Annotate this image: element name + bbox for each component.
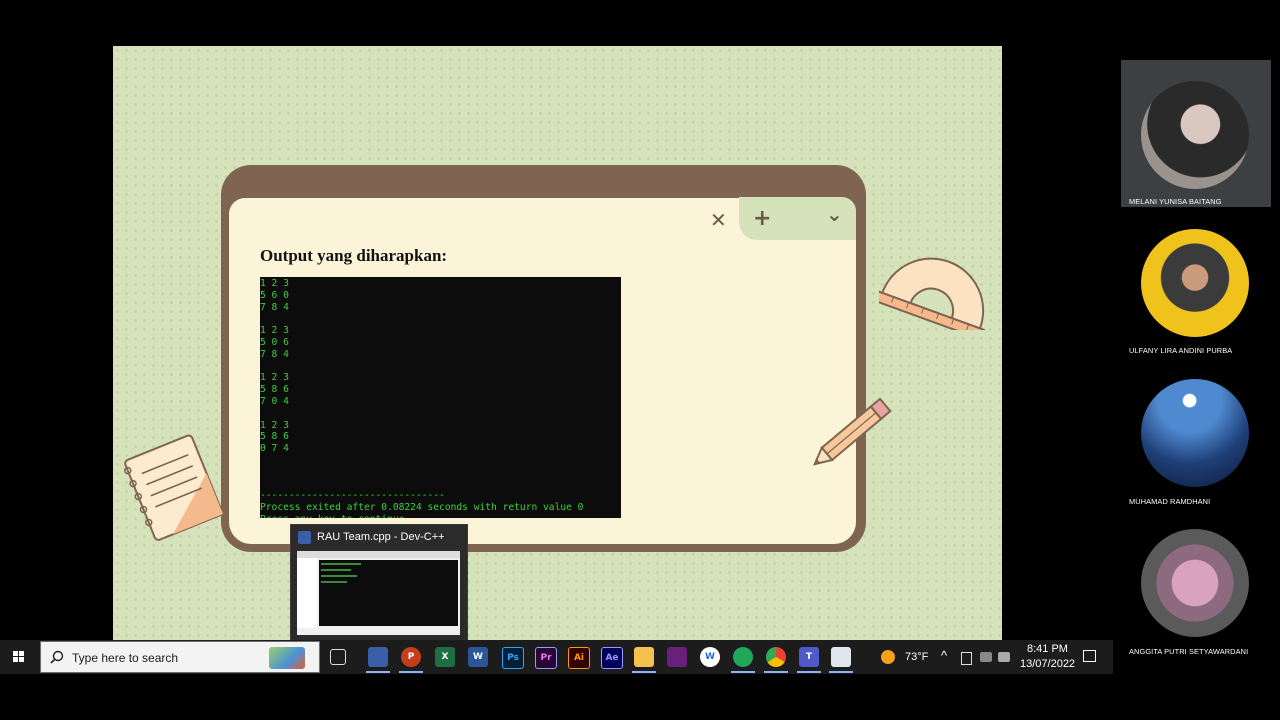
task-view-icon[interactable] — [330, 649, 346, 665]
protractor-illustration — [879, 257, 986, 330]
chevron-up-icon[interactable]: ^ — [941, 648, 947, 663]
devcpp-icon[interactable] — [368, 647, 388, 667]
participant-name: MELANI YUNISA BAITANG — [1129, 197, 1222, 206]
teams-icon[interactable]: T — [799, 647, 819, 667]
avatar — [1141, 529, 1249, 637]
weather-sun-icon[interactable] — [881, 650, 895, 664]
illustrator-icon[interactable]: Ai — [568, 647, 590, 669]
chevron-down-icon: ⌄ — [826, 202, 843, 226]
participant-name: ULFANY LIRA ANDINI PURBA — [1129, 346, 1233, 355]
window-thumbnail-preview[interactable]: RAU Team.cpp - Dev-C++ — [290, 524, 468, 642]
console-output-window: 1 2 3 5 6 0 7 8 4 1 2 3 5 0 6 7 8 4 1 2 … — [260, 277, 621, 518]
participant-tile-3[interactable]: MUHAMAD RAMDHANI — [1121, 358, 1271, 506]
file-explorer-icon[interactable] — [634, 647, 654, 667]
active-indicator — [764, 671, 788, 673]
avatar — [1141, 379, 1249, 487]
taskbar-search-box[interactable]: Type here to search — [40, 641, 320, 673]
thumbnail-window-image — [297, 551, 460, 635]
slide-heading: Output yang diharapkan: — [260, 246, 448, 265]
start-button[interactable] — [0, 640, 38, 674]
participant-tile-1[interactable]: MELANI YUNISA BAITANG — [1121, 60, 1271, 207]
powerpoint-icon[interactable]: P — [401, 647, 421, 667]
active-indicator — [399, 671, 423, 673]
participant-tile-4[interactable]: ANGGITA PUTRI SETYAWARDANI — [1121, 508, 1271, 656]
windows-logo-icon — [13, 651, 24, 662]
pencil-illustration — [812, 397, 892, 466]
thumbnail-title: RAU Team.cpp - Dev-C++ — [317, 531, 445, 543]
active-indicator — [797, 671, 821, 673]
window-app-icon[interactable] — [831, 647, 851, 667]
excel-icon[interactable]: X — [435, 647, 455, 667]
active-indicator — [829, 671, 853, 673]
search-placeholder: Type here to search — [72, 651, 179, 665]
device-icon[interactable] — [961, 652, 972, 665]
close-icon: ✕ — [710, 208, 727, 232]
active-indicator — [731, 671, 755, 673]
after-effects-icon[interactable]: Ae — [601, 647, 623, 669]
word-icon[interactable]: W — [468, 647, 488, 667]
visual-studio-icon[interactable] — [667, 647, 687, 667]
avatar — [1141, 81, 1249, 189]
volume-icon[interactable] — [998, 652, 1010, 662]
premiere-icon[interactable]: Pr — [535, 647, 557, 669]
participant-name: MUHAMAD RAMDHANI — [1129, 497, 1211, 506]
chrome-icon[interactable] — [766, 647, 786, 667]
record-app-icon[interactable] — [733, 647, 753, 667]
active-indicator — [632, 671, 656, 673]
search-highlight-icon — [269, 647, 305, 669]
photoshop-icon[interactable]: Ps — [502, 647, 524, 669]
clock-time[interactable]: 8:41 PM — [1027, 643, 1068, 655]
search-icon — [50, 650, 64, 664]
participant-tile-2[interactable]: ULFANY LIRA ANDINI PURBA — [1121, 208, 1271, 355]
active-indicator — [366, 671, 390, 673]
notification-icon[interactable] — [1083, 650, 1096, 662]
network-icon[interactable] — [980, 652, 992, 662]
avatar — [1141, 229, 1249, 337]
presentation-slide: ✕ + ⌄ Output yang diharapkan: 1 2 3 5 6 … — [113, 46, 1002, 640]
console-output-text: 1 2 3 5 6 0 7 8 4 1 2 3 5 0 6 7 8 4 1 2 … — [260, 277, 621, 518]
participant-name: ANGGITA PUTRI SETYAWARDANI — [1129, 647, 1249, 656]
notebook-illustration — [124, 434, 224, 541]
windows-taskbar: Type here to search P X W Ps Pr Ai Ae W … — [0, 640, 1113, 674]
add-icon: + — [753, 206, 772, 231]
wps-icon[interactable]: W — [700, 647, 720, 667]
clock-date[interactable]: 13/07/2022 — [1020, 658, 1075, 670]
devcpp-icon — [298, 531, 311, 544]
weather-temperature[interactable]: 73°F — [905, 651, 928, 663]
